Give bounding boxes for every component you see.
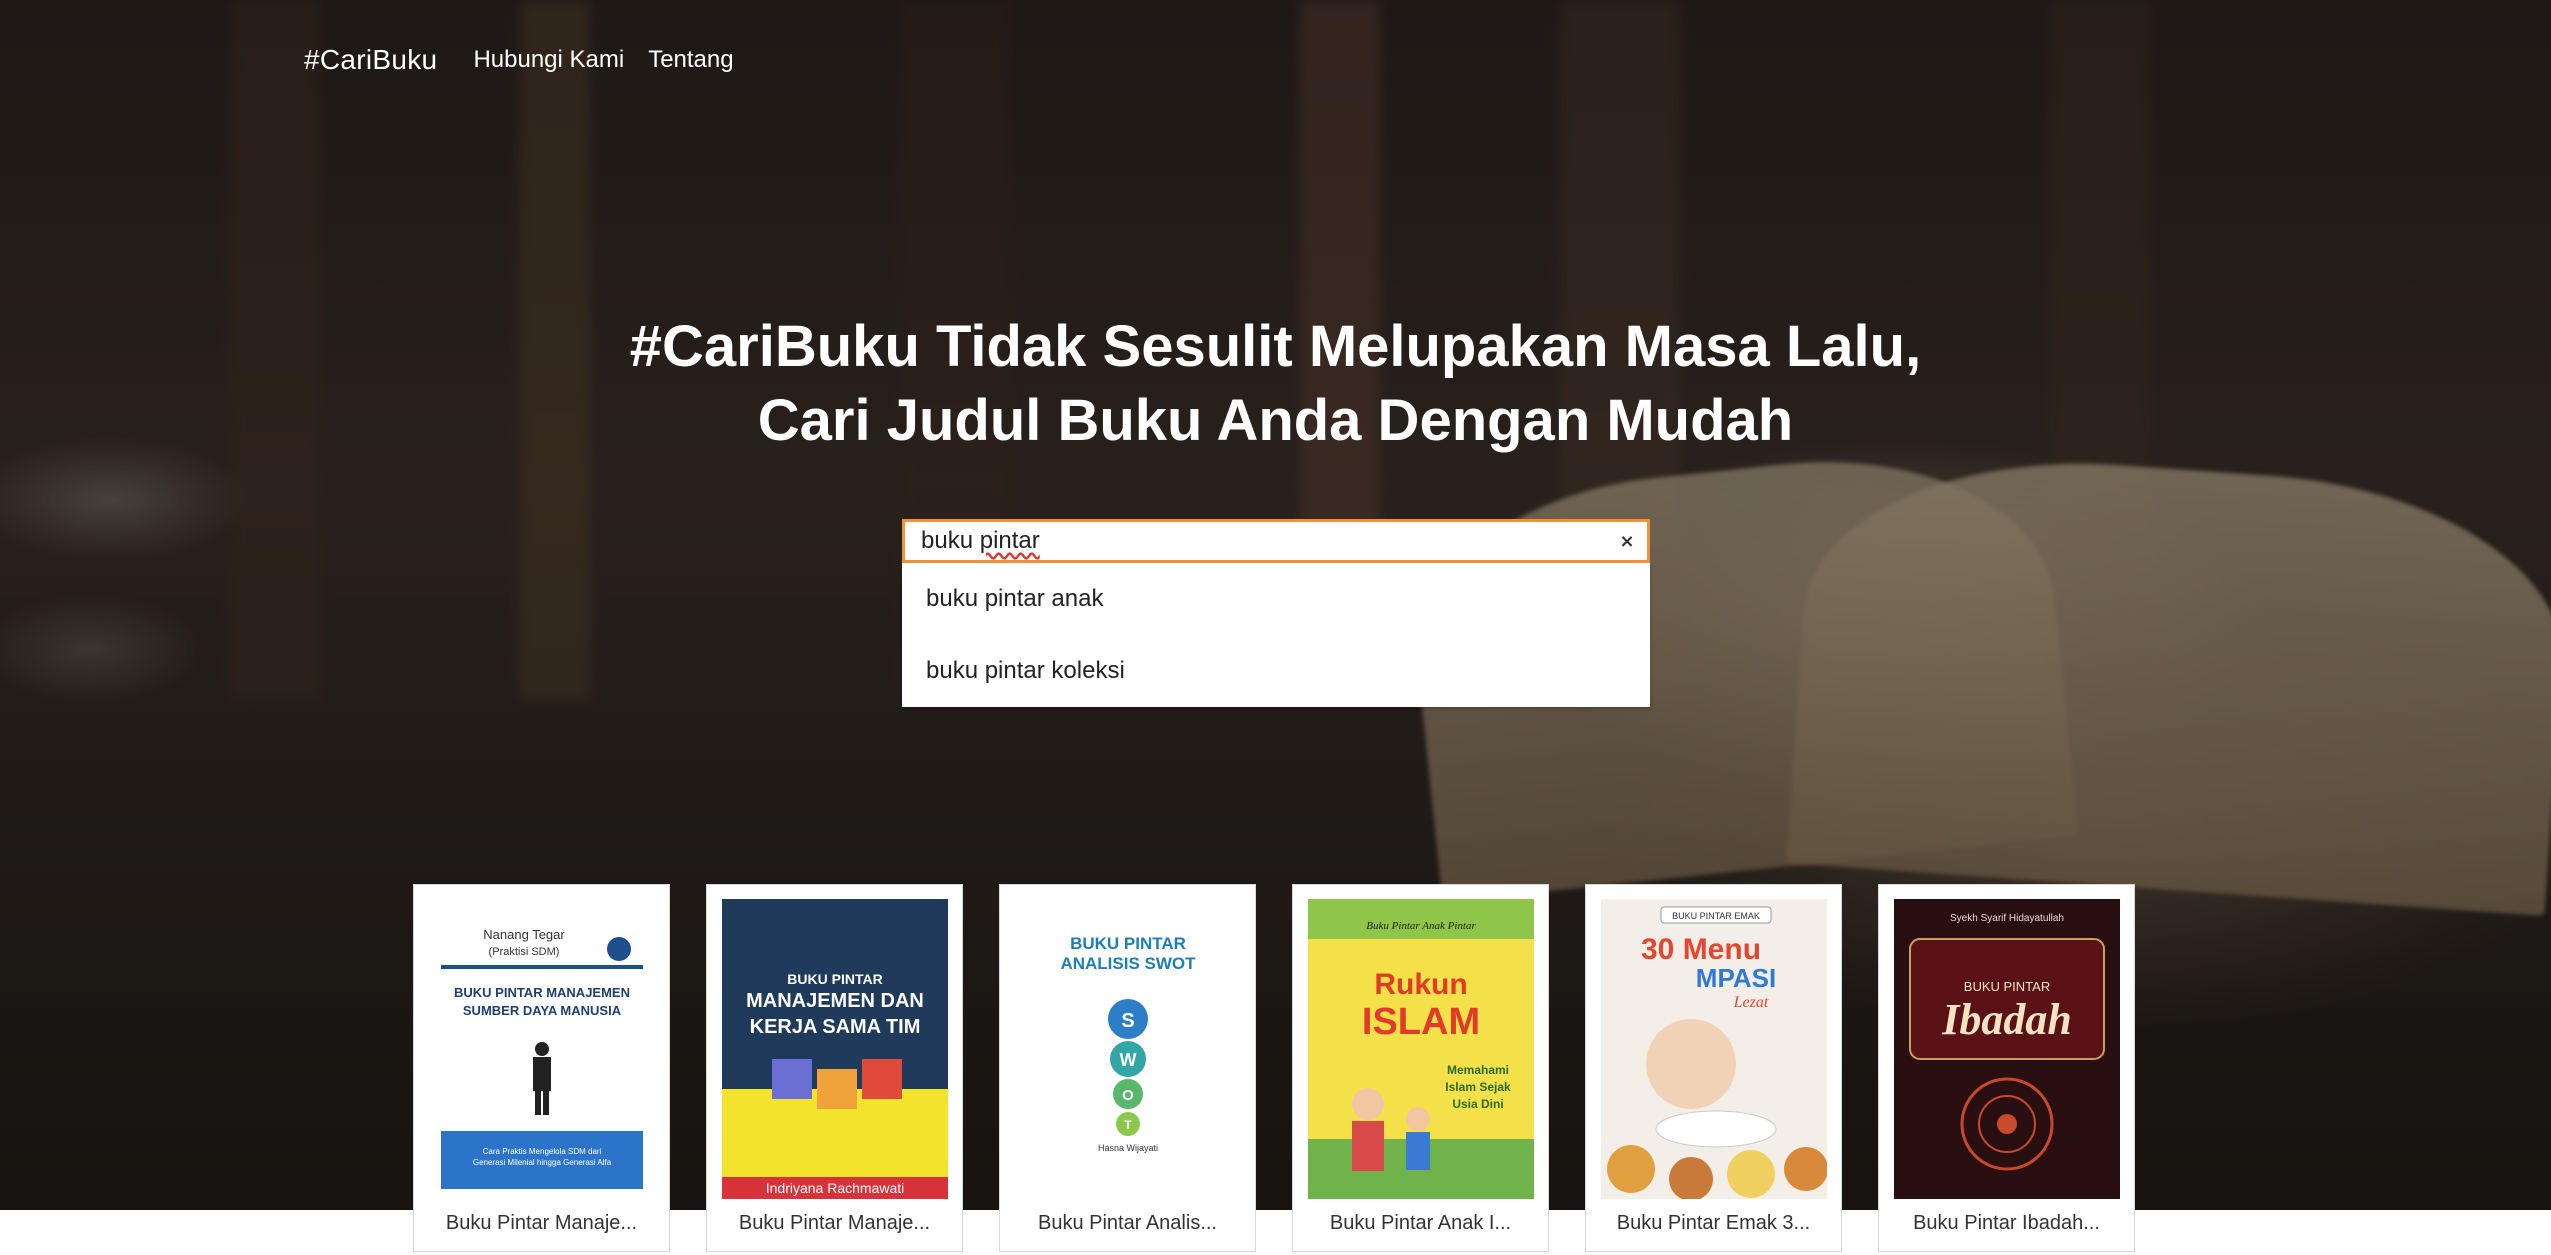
cover-title-line-2: ANALISIS SWOT (1060, 954, 1196, 973)
clear-search-icon[interactable]: × (1607, 531, 1647, 552)
cover-title-line-1: BUKU PINTAR (1964, 979, 2050, 994)
book-cover-art: BUKU PINTAR ANALISIS SWOT S W O T Hasna … (1015, 899, 1241, 1199)
top-nav: #CariBuku Hubungi Kami Tentang (304, 44, 734, 76)
book-cover: Nanang Tegar (Praktisi SDM) BUKU PINTAR … (429, 899, 655, 1199)
cover-series: BUKU PINTAR EMAK (1672, 911, 1760, 921)
search-input-value[interactable]: buku pintar (921, 527, 1607, 555)
search-suggestions: buku pintar anak buku pintar koleksi (902, 563, 1650, 707)
cover-title-line-1: 30 Menu (1641, 933, 1761, 966)
book-title[interactable]: Buku Pintar Manaje... (414, 1212, 669, 1235)
cover-title-line-2: SUMBER DAYA MANUSIA (463, 1003, 622, 1018)
cover-title-line-1: BUKU PINTAR (787, 971, 882, 987)
book-cover-art: BUKU PINTAR MANAJEMEN DAN KERJA SAMA TIM… (722, 899, 948, 1199)
book-card[interactable]: BUKU PINTAR EMAK 30 Menu MPASI Lezat Buk… (1585, 884, 1842, 1252)
hero-headline: #CariBuku Tidak Sesulit Melupakan Masa L… (0, 310, 2551, 458)
cover-letter: O (1122, 1087, 1134, 1104)
book-title[interactable]: Buku Pintar Emak 3... (1586, 1212, 1841, 1235)
book-cover-art: BUKU PINTAR EMAK 30 Menu MPASI Lezat (1601, 899, 1827, 1199)
cover-title-line-2: ISLAM (1362, 1001, 1480, 1043)
book-title[interactable]: Buku Pintar Ibadah... (1879, 1212, 2134, 1235)
cover-letter: T (1124, 1118, 1132, 1132)
headline-line-1: #CariBuku Tidak Sesulit Melupakan Masa L… (629, 314, 1922, 379)
headline-line-2: Cari Judul Buku Anda Dengan Mudah (757, 388, 1794, 453)
cover-title-line-1: Rukun (1374, 968, 1467, 1001)
cover-title-line-2: Ibadah (1941, 995, 2072, 1044)
cover-title-line-2: MPASI (1696, 963, 1776, 993)
nav-link-tentang[interactable]: Tentang (648, 46, 733, 74)
cover-tagline-2: Generasi Milenial hingga Generasi Alfa (473, 1158, 612, 1167)
cover-author: Indriyana Rachmawati (766, 1180, 905, 1196)
nav-link-hubungi-kami[interactable]: Hubungi Kami (473, 46, 624, 74)
search-input[interactable]: buku pintar × (902, 519, 1650, 563)
cover-author: Syekh Syarif Hidayatullah (1950, 913, 2064, 924)
book-card[interactable]: BUKU PINTAR ANALISIS SWOT S W O T Hasna … (999, 884, 1256, 1252)
cover-author-sub: (Praktisi SDM) (489, 946, 560, 958)
search-text-prefix: buku (921, 527, 980, 554)
cover-tagline: Cara Praktis Mengelola SDM dari (483, 1147, 602, 1156)
book-card[interactable]: BUKU PINTAR MANAJEMEN DAN KERJA SAMA TIM… (706, 884, 963, 1252)
cover-title-line-3: Lezat (1733, 994, 1769, 1011)
cover-title-line-1: BUKU PINTAR MANAJEMEN (454, 985, 630, 1000)
book-title[interactable]: Buku Pintar Analis... (1000, 1212, 1255, 1235)
brand-logo[interactable]: #CariBuku (304, 44, 437, 76)
cover-letter: W (1120, 1050, 1137, 1070)
suggestion-item[interactable]: buku pintar anak (902, 563, 1650, 635)
cover-subtitle-1: Memahami (1447, 1063, 1509, 1077)
cover-title-line-1: BUKU PINTAR (1070, 934, 1186, 953)
book-cover: BUKU PINTAR EMAK 30 Menu MPASI Lezat (1601, 899, 1827, 1199)
book-title[interactable]: Buku Pintar Anak I... (1293, 1212, 1548, 1235)
suggestion-item[interactable]: buku pintar koleksi (902, 635, 1650, 707)
book-cover-art: Buku Pintar Anak Pintar Rukun ISLAM Mema… (1308, 899, 1534, 1199)
search-text-misspelled: pintar (979, 527, 1040, 554)
book-cover: BUKU PINTAR ANALISIS SWOT S W O T Hasna … (1015, 899, 1241, 1199)
book-card[interactable]: Nanang Tegar (Praktisi SDM) BUKU PINTAR … (413, 884, 670, 1252)
book-cover: Syekh Syarif Hidayatullah BUKU PINTAR Ib… (1894, 899, 2120, 1199)
cover-subtitle-2: Islam Sejak (1445, 1080, 1511, 1094)
cover-author: Nanang Tegar (483, 927, 565, 942)
book-cover: Buku Pintar Anak Pintar Rukun ISLAM Mema… (1308, 899, 1534, 1199)
cover-title-line-3: KERJA SAMA TIM (750, 1016, 921, 1038)
book-card-list: Nanang Tegar (Praktisi SDM) BUKU PINTAR … (413, 884, 2171, 1252)
cover-author: Hasna Wijayati (1098, 1143, 1158, 1153)
book-cover-art: Syekh Syarif Hidayatullah BUKU PINTAR Ib… (1894, 899, 2120, 1199)
book-cover-art: Nanang Tegar (Praktisi SDM) BUKU PINTAR … (429, 899, 655, 1199)
cover-title-line-2: MANAJEMEN DAN (746, 990, 924, 1012)
book-card[interactable]: Syekh Syarif Hidayatullah BUKU PINTAR Ib… (1878, 884, 2135, 1252)
cover-series: Buku Pintar Anak Pintar (1366, 920, 1476, 932)
book-cover: BUKU PINTAR MANAJEMEN DAN KERJA SAMA TIM… (722, 899, 948, 1199)
cover-subtitle-3: Usia Dini (1452, 1097, 1503, 1111)
cover-letter: S (1121, 1010, 1134, 1032)
book-card[interactable]: Buku Pintar Anak Pintar Rukun ISLAM Mema… (1292, 884, 1549, 1252)
book-title[interactable]: Buku Pintar Manaje... (707, 1212, 962, 1235)
